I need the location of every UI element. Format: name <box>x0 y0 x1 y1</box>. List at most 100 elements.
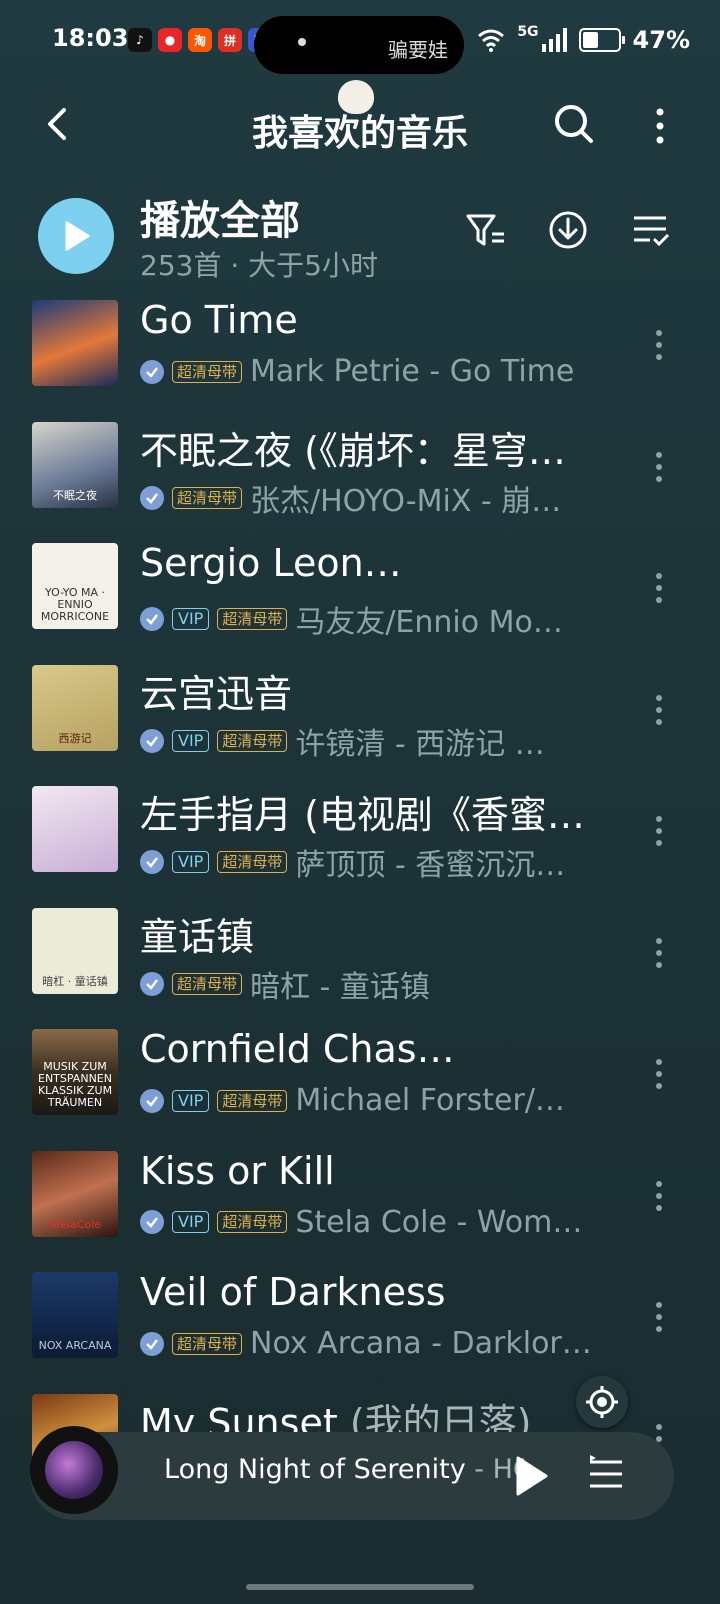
song-artist: Stela Cole - Wom… <box>295 1204 583 1240</box>
album-cover <box>32 300 118 386</box>
downloaded-check-icon <box>140 607 164 631</box>
album-cover: YO-YO MA · ENNIO MORRICONE <box>32 543 118 629</box>
multi-select-icon[interactable] <box>630 208 674 252</box>
play-all-section: 播放全部 253首 · 大于5小时 <box>0 188 720 288</box>
vip-badge: VIP <box>172 1089 210 1112</box>
song-meta: 超清母带 暗杠 - 童话镇 <box>140 962 610 1006</box>
downloaded-check-icon <box>140 1210 164 1234</box>
album-cover: 暗杠 · 童话镇 <box>32 907 118 994</box>
song-meta: VIP 超清母带 许镜清 - 西游记 … <box>140 719 610 763</box>
downloaded-check-icon <box>140 971 164 996</box>
song-more-icon[interactable] <box>654 328 664 362</box>
hq-master-badge: 超清母带 <box>172 486 243 509</box>
play-all-label[interactable]: 播放全部 <box>140 188 300 246</box>
downloaded-check-icon <box>140 1331 164 1356</box>
song-row[interactable]: YO-YO MA · ENNIO MORRICONE Sergio Leon… … <box>0 541 720 663</box>
song-meta: VIP 超清母带 萨顶顶 - 香蜜沉沉… <box>140 840 610 884</box>
status-right: 5G 47% <box>477 24 690 54</box>
song-row[interactable]: MUSIK ZUM ENTSPANNEN KLASSIK ZUM TRÄUMEN… <box>0 1027 720 1149</box>
cover-text: NOX ARCANA <box>38 1339 112 1352</box>
player-play-icon[interactable] <box>510 1454 550 1498</box>
album-cover: StelaCole <box>32 1150 118 1237</box>
cover-text: MUSIK ZUM ENTSPANNEN KLASSIK ZUM TRÄUMEN <box>37 1060 113 1109</box>
song-more-icon[interactable] <box>654 1300 664 1334</box>
tiktok-icon: ♪ <box>128 28 152 52</box>
battery-percent: 47% <box>632 26 690 54</box>
song-title: Cornfield Chas… <box>140 1027 600 1071</box>
song-title: Veil of Darkness <box>140 1270 600 1314</box>
song-more-icon[interactable] <box>654 693 664 727</box>
hq-master-badge: 超清母带 <box>217 1089 288 1112</box>
cover-text: YO-YO MA · ENNIO MORRICONE <box>40 586 110 623</box>
downloaded-check-icon <box>140 359 164 384</box>
song-title-text: 不眠之夜 (《崩坏：星穹… <box>140 428 566 473</box>
hq-master-badge: 超清母带 <box>217 1211 288 1233</box>
toutiao-icon: ● <box>158 28 182 52</box>
song-meta: 超清母带 张杰/HOYO-MiX - 崩… <box>140 476 610 520</box>
song-more-icon[interactable] <box>654 814 664 848</box>
song-row[interactable]: StelaCole Kiss or Kill VIP 超清母带 Stela Col… <box>0 1149 720 1271</box>
playlist-icon[interactable] <box>586 1454 626 1494</box>
hq-master-badge: 超清母带 <box>172 972 243 995</box>
song-row[interactable]: Go Time 超清母带 Mark Petrie - Go Time <box>0 298 720 420</box>
song-row[interactable]: 左手指月 (电视剧《香蜜… VIP 超清母带 萨顶顶 - 香蜜沉沉… <box>0 784 720 906</box>
album-cover: 西游记 <box>32 664 118 751</box>
song-title: 不眠之夜 (《崩坏：星穹… <box>140 420 600 475</box>
song-title: 童话镇 <box>140 906 600 961</box>
now-playing-cover[interactable] <box>30 1426 118 1514</box>
more-options-icon[interactable] <box>650 106 670 146</box>
song-title: 左手指月 (电视剧《香蜜… <box>140 784 600 839</box>
song-more-icon[interactable] <box>654 1057 664 1091</box>
song-row[interactable]: 暗杠 · 童话镇 童话镇 超清母带 暗杠 - 童话镇 <box>0 906 720 1028</box>
song-title-text: Kiss or Kill <box>140 1148 335 1193</box>
hq-master-badge: 超清母带 <box>217 851 288 873</box>
hq-master-badge: 超清母带 <box>217 608 288 630</box>
status-time: 18:03 <box>52 24 129 52</box>
song-row[interactable]: 不眠之夜 不眠之夜 (《崩坏：星穹… 超清母带 张杰/HOYO-MiX - 崩… <box>0 420 720 542</box>
download-icon[interactable] <box>546 208 590 252</box>
song-more-icon[interactable] <box>654 936 664 970</box>
song-meta: 超清母带 Nox Arcana - Darklor… <box>140 1326 610 1361</box>
play-all-button[interactable] <box>38 198 114 274</box>
battery-fill <box>582 32 598 48</box>
song-more-icon[interactable] <box>654 450 664 484</box>
song-row[interactable]: NOX ARCANA Veil of Darkness 超清母带 Nox Arc… <box>0 1270 720 1392</box>
search-icon[interactable] <box>552 102 596 146</box>
song-more-icon[interactable] <box>654 571 664 605</box>
battery-icon <box>578 28 625 52</box>
home-indicator <box>246 1584 474 1590</box>
song-count: 253首 · 大于5小时 <box>140 249 378 282</box>
now-playing-title: Long Night of Serenity <box>164 1454 466 1485</box>
hq-master-badge: 超清母带 <box>172 360 243 383</box>
page-title: 我喜欢的音乐 <box>251 113 468 154</box>
mini-player[interactable]: Long Night of Serenity - HOYO <box>30 1432 674 1520</box>
song-title-text: Cornfield Chas… <box>140 1027 455 1071</box>
song-meta: VIP 超清母带 Stela Cole - Wom… <box>140 1205 610 1240</box>
cover-text: 暗杠 · 童话镇 <box>42 974 108 988</box>
vip-badge: VIP <box>172 729 210 752</box>
vip-badge: VIP <box>172 851 210 873</box>
song-row[interactable]: 西游记 云宫迅音 VIP 超清母带 许镜清 - 西游记 … <box>0 663 720 785</box>
downloaded-check-icon <box>140 728 164 753</box>
song-artist: Nox Arcana - Darklor… <box>250 1326 592 1361</box>
song-more-icon[interactable] <box>654 1179 664 1213</box>
song-title: 云宫迅音 <box>140 663 600 718</box>
song-title: Kiss or Kill <box>140 1149 600 1193</box>
play-icon <box>65 221 90 251</box>
network-type: 5G <box>517 24 539 40</box>
now-playing[interactable]: Long Night of Serenity - HOYO <box>164 1454 524 1485</box>
song-meta: VIP 超清母带 马友友/Ennio Mo… <box>140 597 610 641</box>
song-title-text: 云宫迅音 <box>140 671 293 716</box>
vip-badge: VIP <box>172 1211 210 1233</box>
pinduoduo-icon: 拼 <box>218 28 242 52</box>
song-artist: 许镜清 - 西游记 … <box>295 726 545 762</box>
hq-master-badge: 超清母带 <box>217 729 288 752</box>
song-title-text: Go Time <box>140 298 298 342</box>
song-artist: 张杰/HOYO-MiX - 崩… <box>250 483 562 519</box>
downloaded-check-icon <box>140 850 164 874</box>
song-artist: Mark Petrie - Go Time <box>250 354 575 389</box>
signal-icon <box>541 28 567 52</box>
filter-icon[interactable] <box>464 208 508 252</box>
locate-current-button[interactable] <box>576 1376 628 1428</box>
song-meta: VIP 超清母带 Michael Forster/… <box>140 1083 610 1118</box>
